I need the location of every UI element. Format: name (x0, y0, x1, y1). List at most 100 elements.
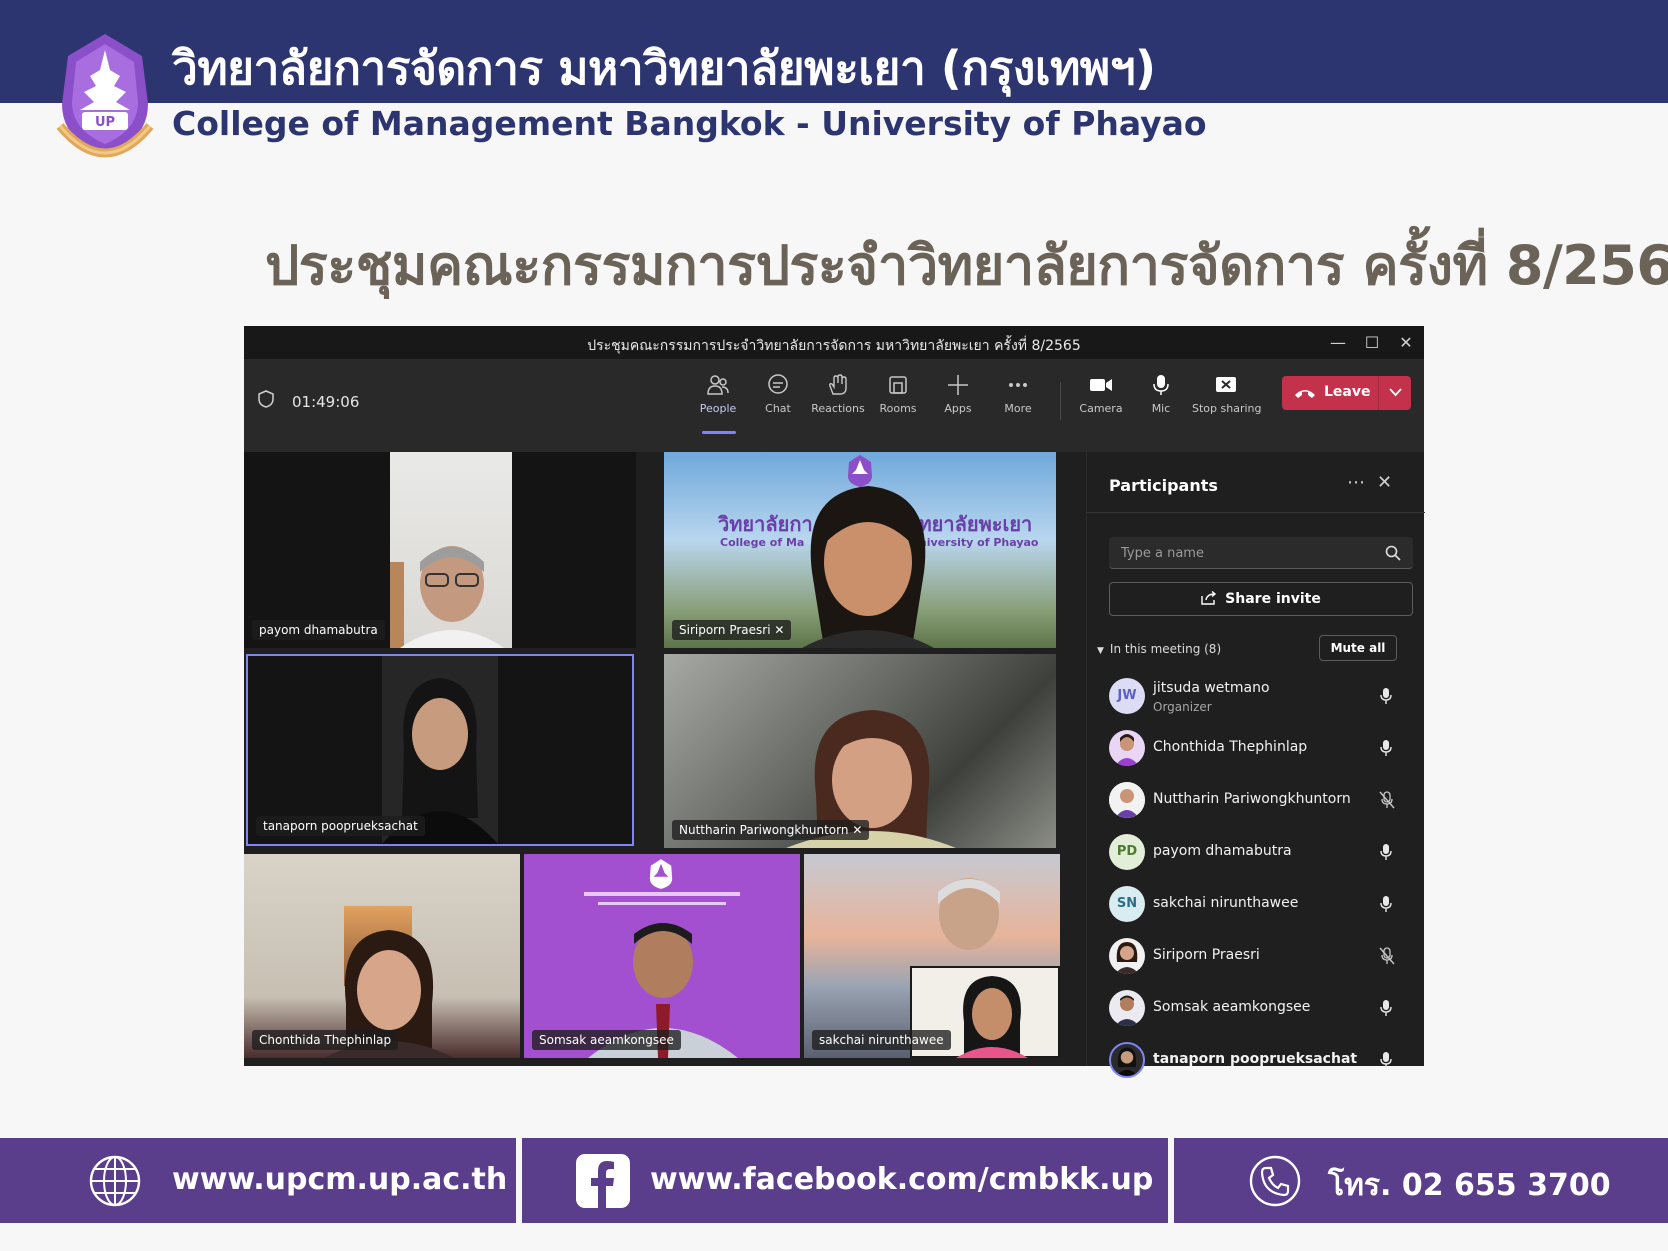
participant-row[interactable]: Siriporn Praesri (1087, 932, 1425, 980)
video-tile-siriporn[interactable]: วิทยาลัยกา าวิทยาลัยพะเยา College of Ma … (664, 452, 1056, 648)
avatar: JW (1109, 678, 1145, 714)
footer-website-block: www.upcm.up.ac.th (0, 1138, 516, 1223)
participant-row[interactable]: PD payom dhamabutra (1087, 828, 1425, 876)
avatar (1109, 990, 1145, 1026)
close-window-icon[interactable]: ✕ (1392, 330, 1420, 356)
more-button[interactable]: More (989, 374, 1047, 434)
tile-name-label: tanaporn pooprueksachat (256, 816, 425, 836)
avatar (1109, 1042, 1145, 1078)
microphone-icon (1380, 688, 1392, 704)
video-tile-payom[interactable]: payom dhamabutra (244, 452, 636, 648)
phone-number: โทร. 02 655 3700 (1328, 1168, 1611, 1203)
maximize-icon[interactable]: ☐ (1358, 330, 1386, 356)
plus-icon (948, 375, 968, 395)
participant-row[interactable]: SN sakchai nirunthawee (1087, 880, 1425, 928)
reactions-label: Reactions (811, 402, 865, 415)
video-tile-tanaporn[interactable]: tanaporn pooprueksachat (246, 654, 634, 846)
participant-row[interactable]: Nuttharin Pariwongkhuntorn (1087, 776, 1425, 824)
participant-video (390, 546, 504, 648)
avatar-photo (1109, 782, 1145, 818)
avatar: SN (1109, 886, 1145, 922)
mic-label: Mic (1151, 402, 1171, 415)
participant-video (802, 486, 934, 648)
people-label: People (699, 402, 737, 415)
participant-row[interactable]: Chonthida Thephinlap (1087, 724, 1425, 772)
chevron-down-icon (1389, 388, 1402, 397)
microphone-muted-icon (1379, 791, 1395, 809)
footer-facebook-block: www.facebook.com/cmbkk.up (522, 1138, 1168, 1223)
microphone-icon (1380, 844, 1392, 860)
minimize-icon[interactable]: — (1324, 330, 1352, 356)
participant-name: Siriporn Praesri (1153, 947, 1260, 963)
reactions-button[interactable]: Reactions (809, 374, 867, 434)
avatar (1109, 782, 1145, 818)
chat-button[interactable]: Chat (749, 374, 807, 434)
shield-icon (258, 390, 274, 408)
leave-options-button[interactable] (1378, 376, 1411, 410)
participant-row[interactable]: Somsak aeamkongsee (1087, 984, 1425, 1032)
participants-panel: Participants ⋯ ✕ Share invite ▼ In this m… (1086, 452, 1425, 1078)
participant-name: sakchai nirunthawee (1153, 895, 1299, 911)
share-icon (1201, 590, 1217, 605)
stop-sharing-button[interactable]: Stop sharing (1192, 374, 1261, 434)
search-icon[interactable] (1385, 545, 1401, 561)
facebook-link[interactable]: www.facebook.com/cmbkk.up (650, 1162, 1153, 1197)
share-invite-label: Share invite (1225, 591, 1321, 607)
meeting-toolbar: 01:49:06 People Chat Reactions Rooms App… (244, 360, 1424, 452)
people-icon (707, 375, 729, 395)
college-title-english: College of Management Bangkok - Universi… (172, 104, 1207, 143)
website-link[interactable]: www.upcm.up.ac.th (172, 1162, 507, 1197)
ellipsis-icon (1009, 383, 1027, 387)
people-button[interactable]: People (689, 374, 747, 434)
avatar (1109, 730, 1145, 766)
microphone-icon (1380, 1000, 1392, 1016)
camera-button[interactable]: Camera (1072, 374, 1130, 434)
search-input[interactable] (1121, 543, 1371, 563)
window-title: ประชุมคณะกรรมการประจำวิทยาลัยการจัดการ ม… (587, 338, 1081, 354)
microphone-muted-icon (1379, 947, 1395, 965)
in-meeting-section-toggle[interactable]: ▼ In this meeting (8) (1097, 642, 1221, 656)
mic-button[interactable]: Mic (1132, 374, 1190, 434)
avatar-photo (1115, 734, 1139, 766)
chat-label: Chat (765, 402, 791, 415)
rooms-button[interactable]: Rooms (869, 374, 927, 434)
microphone-icon (1153, 375, 1169, 395)
participant-name: jitsuda wetmano (1153, 680, 1270, 696)
college-title-thai: วิทยาลัยการจัดการ มหาวิทยาลัยพะเยา (กรุง… (172, 41, 1156, 95)
video-tile-chonthida[interactable]: Chonthida Thephinlap (244, 854, 520, 1058)
panel-divider (1087, 512, 1425, 513)
slide-text-line (584, 892, 740, 896)
participant-row[interactable]: JW jitsuda wetmano Organizer (1087, 672, 1425, 720)
video-tile-nuttharin[interactable]: Nuttharin Pariwongkhuntorn ✕ (664, 654, 1056, 848)
close-icon[interactable]: ✕ (1377, 472, 1392, 493)
university-seal-icon: UP (56, 34, 154, 158)
avatar-photo (1115, 995, 1139, 1026)
participant-name: Nuttharin Pariwongkhuntorn (1153, 791, 1351, 807)
panel-title: Participants (1109, 476, 1218, 495)
teams-meeting-window: ประชุมคณะกรรมการประจำวิทยาลัยการจัดการ ม… (244, 326, 1425, 1078)
apps-button[interactable]: Apps (929, 374, 987, 434)
avatar (1109, 938, 1145, 974)
mute-all-button[interactable]: Mute all (1319, 635, 1397, 661)
mic-muted-icon: ✕ (774, 623, 785, 637)
stop-share-icon (1216, 377, 1236, 392)
tile-name-label: Nuttharin Pariwongkhuntorn ✕ (672, 820, 870, 840)
hang-up-icon (1295, 390, 1315, 398)
video-tile-somsak[interactable]: Somsak aeamkongsee (524, 854, 800, 1058)
in-meeting-label: In this meeting (8) (1109, 642, 1222, 656)
phone-icon (1249, 1155, 1301, 1207)
footer-phone-block: โทร. 02 655 3700 (1174, 1138, 1668, 1223)
globe-icon (89, 1155, 141, 1207)
more-options-icon[interactable]: ⋯ (1347, 472, 1365, 493)
microphone-icon (1380, 896, 1392, 912)
leave-label: Leave (1324, 384, 1371, 400)
leave-button[interactable]: Leave (1282, 376, 1378, 410)
facebook-icon (576, 1154, 630, 1208)
participant-row[interactable]: tanaporn pooprueksachat (1087, 1036, 1425, 1084)
video-tile-sakchai[interactable]: sakchai nirunthawee (804, 854, 1060, 1058)
tile-name-label: Siriporn Praesri ✕ (672, 620, 792, 640)
share-invite-button[interactable]: Share invite (1109, 582, 1413, 616)
tile-name-label: Chonthida Thephinlap (252, 1030, 399, 1050)
meeting-heading: ประชุมคณะกรรมการประจำวิทยาลัยการจัดการ ค… (265, 234, 1668, 297)
tile-name-label: payom dhamabutra (252, 620, 385, 640)
